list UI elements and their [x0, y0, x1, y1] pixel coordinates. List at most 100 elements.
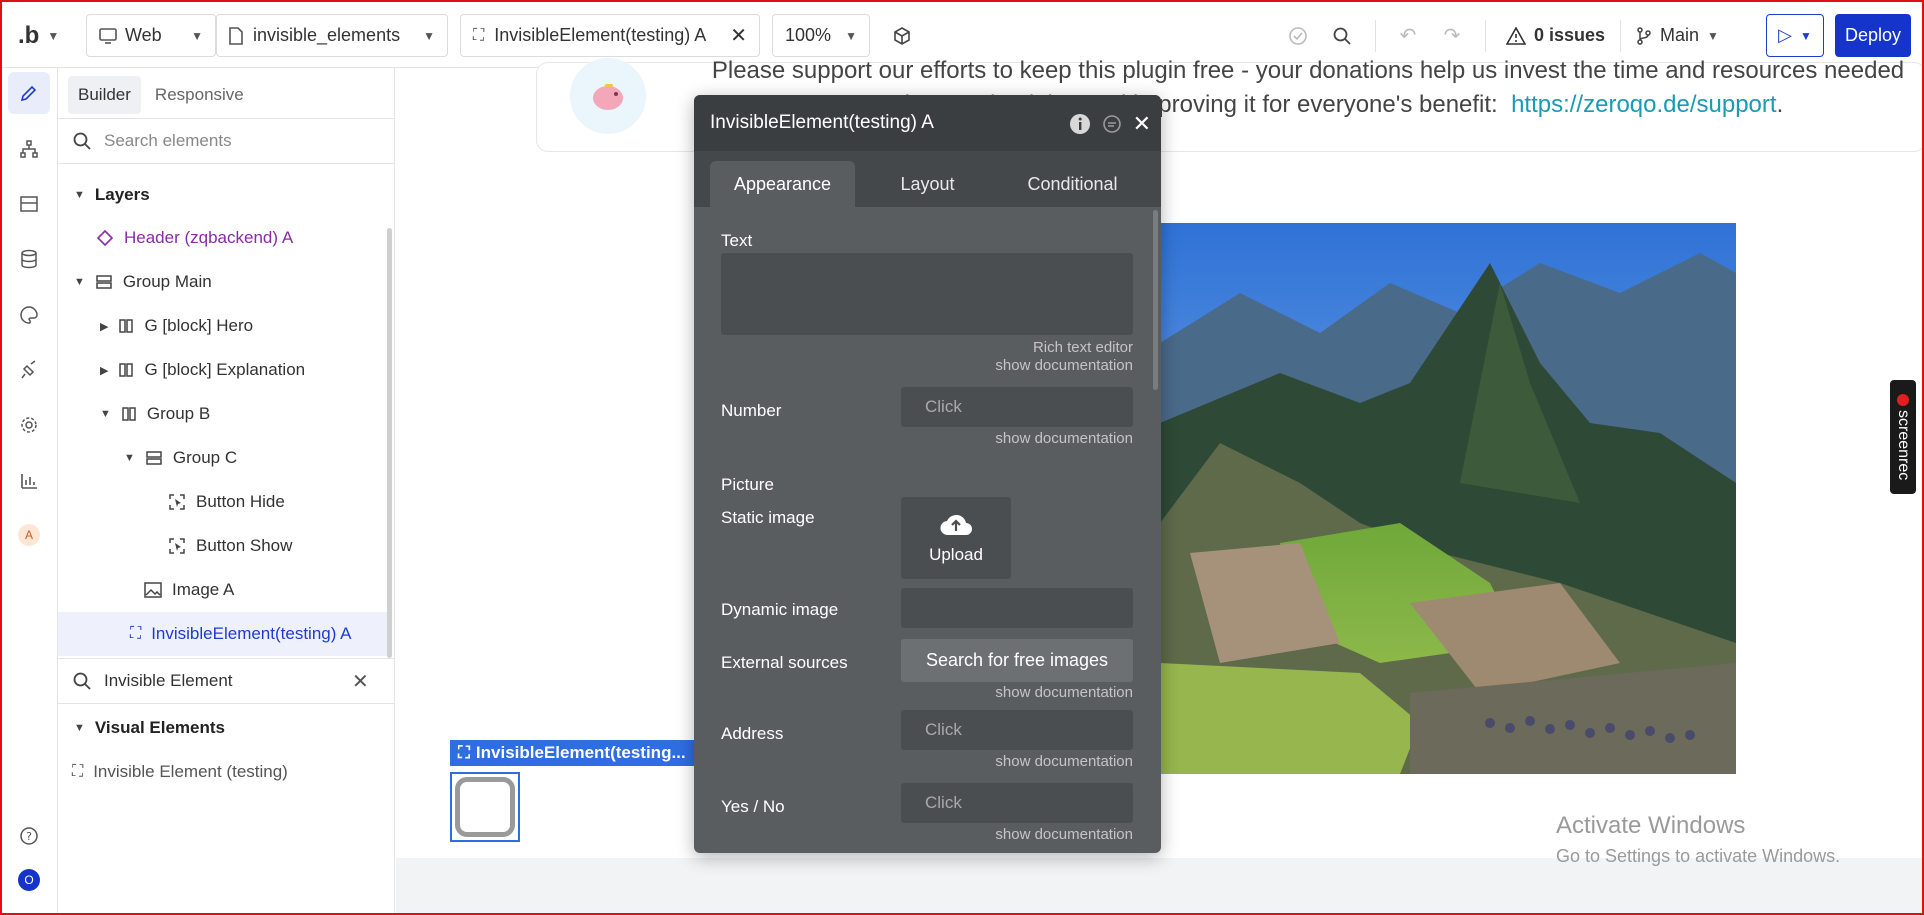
clear-icon[interactable]: ✕	[352, 669, 369, 694]
design-tab-pencil-icon[interactable]	[8, 72, 50, 114]
visual-elements-header[interactable]: ▼ Visual Elements	[74, 718, 225, 738]
tab-appearance[interactable]: Appearance	[710, 161, 855, 207]
user-avatar-a[interactable]: A	[8, 514, 50, 556]
play-icon: ▷	[1778, 25, 1792, 45]
chevron-down-icon: ▼	[845, 28, 857, 43]
show-documentation-link[interactable]: show documentation	[995, 357, 1133, 374]
visual-element-item[interactable]: ⛶ Invisible Element (testing)	[72, 750, 288, 794]
monitor-icon	[99, 27, 117, 44]
gear-icon[interactable]	[8, 404, 50, 446]
search-free-images-button[interactable]: Search for free images	[901, 639, 1133, 682]
triangle-down-icon: ▼	[74, 276, 85, 288]
layer-header[interactable]: Header (zqbackend) A	[96, 216, 293, 260]
layer-group-main[interactable]: ▼ Group Main	[74, 260, 212, 304]
show-documentation-link[interactable]: show documentation	[995, 684, 1133, 701]
chevron-down-icon: ▼	[423, 28, 435, 43]
search-icon	[73, 132, 91, 150]
triangle-down-icon: ▼	[74, 189, 85, 201]
property-editor[interactable]: InvisibleElement(testing) A ✕ Appearance…	[694, 95, 1161, 853]
editor-scrollbar[interactable]	[1153, 210, 1158, 390]
layer-explanation[interactable]: ▶ G [block] Explanation	[100, 348, 305, 392]
tab-builder[interactable]: Builder	[68, 76, 141, 114]
tab-layout[interactable]: Layout	[855, 161, 1000, 207]
close-icon[interactable]: ✕	[1133, 111, 1151, 137]
user-avatar-o[interactable]: O	[8, 859, 50, 901]
svg-text:?: ?	[26, 830, 32, 843]
machu-picchu-image[interactable]	[1160, 223, 1736, 774]
image-icon	[144, 582, 162, 598]
show-documentation-link[interactable]: show documentation	[995, 753, 1133, 770]
layers-scrollbar[interactable]	[387, 228, 392, 658]
logs-chart-icon[interactable]	[8, 459, 50, 501]
show-documentation-link[interactable]: show documentation	[995, 430, 1133, 447]
undo-icon[interactable]: ↶	[1388, 14, 1428, 57]
external-sources-label: External sources	[721, 653, 848, 672]
activate-windows-watermark: Activate Windows Go to Settings to activ…	[1556, 812, 1841, 866]
cube-icon[interactable]	[882, 14, 922, 57]
layer-invisible-element-selected[interactable]: ⛶ InvisibleElement(testing) A	[58, 612, 388, 656]
tab-conditional[interactable]: Conditional	[1000, 161, 1145, 207]
text-input[interactable]	[721, 253, 1133, 335]
element-filter-input[interactable]	[104, 671, 344, 691]
platform-dropdown[interactable]: Web ▼	[86, 14, 216, 57]
chevron-down-icon: ▼	[1799, 28, 1812, 43]
chevron-down-icon: ▼	[47, 28, 60, 43]
page-layout-icon[interactable]	[8, 183, 50, 225]
yes-no-field[interactable]: Click	[901, 783, 1133, 823]
show-documentation-link[interactable]: show documentation	[995, 826, 1133, 843]
chevron-down-icon: ▼	[1707, 28, 1719, 43]
rich-text-editor-link[interactable]: Rich text editor	[1033, 339, 1133, 356]
help-icon[interactable]: ?	[8, 815, 50, 857]
page-dropdown[interactable]: invisible_elements ▼	[216, 14, 448, 57]
zoom-dropdown[interactable]: 100% ▼	[772, 14, 870, 57]
workflow-icon[interactable]	[8, 128, 50, 170]
element-selector[interactable]: ⛶ InvisibleElement(testing) A ✕	[460, 14, 760, 57]
chevron-down-icon: ▼	[191, 28, 203, 43]
editor-header[interactable]: InvisibleElement(testing) A ✕	[694, 95, 1161, 151]
triangle-right-icon: ▶	[100, 364, 109, 377]
divider	[1620, 20, 1621, 52]
layer-group-b[interactable]: ▼ Group B	[100, 392, 210, 436]
upload-button[interactable]: Upload	[901, 497, 1011, 579]
column-group-icon	[119, 319, 134, 333]
bubble-logo[interactable]: .b ▼	[18, 14, 59, 57]
picture-label: Picture	[721, 475, 774, 494]
comment-icon[interactable]	[1101, 113, 1123, 135]
static-image-label: Static image	[721, 508, 815, 527]
button-element-icon	[169, 538, 185, 554]
layer-hero[interactable]: ▶ G [block] Hero	[100, 304, 253, 348]
editor-title: InvisibleElement(testing) A	[710, 112, 934, 133]
plugin-icon[interactable]	[8, 349, 50, 391]
layers-header[interactable]: ▼ Layers	[74, 185, 150, 205]
check-circle-icon[interactable]	[1278, 14, 1318, 57]
column-group-icon	[122, 407, 136, 421]
layer-image-a[interactable]: Image A	[144, 568, 234, 612]
search-input[interactable]	[104, 131, 364, 151]
dynamic-image-label: Dynamic image	[721, 600, 839, 619]
preview-button[interactable]: ▷ ▼	[1766, 14, 1824, 57]
number-field[interactable]: Click	[901, 387, 1133, 427]
redo-icon[interactable]: ↷	[1432, 14, 1472, 57]
layer-group-c[interactable]: ▼ Group C	[124, 436, 237, 480]
column-group-icon	[119, 363, 134, 377]
issues-button[interactable]: 0 issues	[1506, 14, 1605, 57]
invisible-element-on-canvas[interactable]	[450, 772, 520, 842]
support-link[interactable]: https://zeroqo.de/support	[1511, 91, 1777, 118]
invisible-element-icon: ⛶	[473, 26, 485, 44]
layer-button-hide[interactable]: Button Hide	[168, 480, 285, 524]
cloud-upload-icon	[940, 514, 972, 536]
deploy-button[interactable]: Deploy	[1835, 14, 1911, 57]
dynamic-image-field[interactable]	[901, 588, 1133, 628]
selected-element-tag[interactable]: ⛶ InvisibleElement(testing...	[450, 740, 694, 766]
info-icon[interactable]	[1069, 113, 1091, 135]
address-field[interactable]: Click	[901, 710, 1133, 750]
layer-button-show[interactable]: Button Show	[168, 524, 292, 568]
tab-responsive[interactable]: Responsive	[145, 76, 254, 114]
divider	[1375, 20, 1376, 52]
palette-icon[interactable]	[8, 294, 50, 336]
screenrec-badge[interactable]: screenrec	[1890, 380, 1916, 494]
close-icon[interactable]: ✕	[730, 23, 747, 48]
database-icon[interactable]	[8, 238, 50, 280]
branch-dropdown[interactable]: Main ▼	[1636, 14, 1719, 57]
search-icon[interactable]	[1322, 14, 1362, 57]
